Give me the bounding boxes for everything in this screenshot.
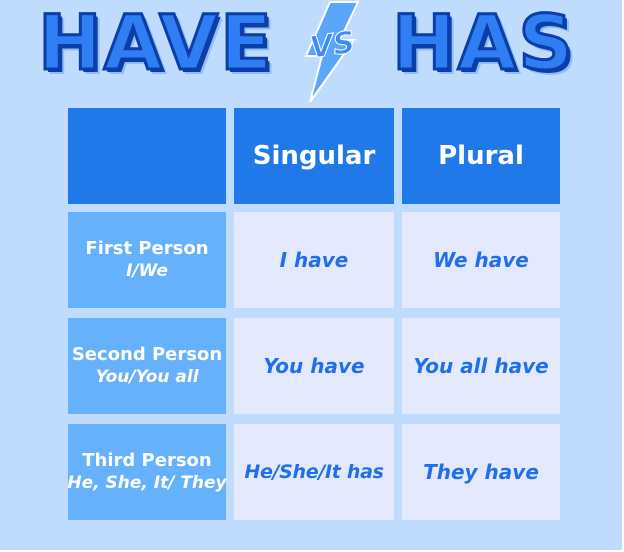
cell-text: We have xyxy=(433,248,529,272)
column-header-plural-label: Plural xyxy=(438,141,524,171)
table-cell-third-singular: He/She/It has xyxy=(234,424,394,520)
row-header-pronouns: I/We xyxy=(126,261,168,281)
table-cell-third-plural: They have xyxy=(402,424,560,520)
row-header-pronouns: You/You all xyxy=(95,367,199,387)
cell-text: You have xyxy=(263,354,365,378)
row-header-second-person: Second Person You/You all xyxy=(68,318,226,414)
column-header-singular-label: Singular xyxy=(252,141,376,171)
row-header-label: Third Person xyxy=(82,450,212,471)
table-header-corner xyxy=(68,108,226,204)
table-cell-second-singular: You have xyxy=(234,318,394,414)
table-cell-second-plural: You all have xyxy=(402,318,560,414)
poster: HAVE VS HAS Singular Plural First Person… xyxy=(0,0,624,552)
title-have: HAVE xyxy=(37,0,274,87)
table-cell-first-singular: I have xyxy=(234,212,394,308)
cell-text: You all have xyxy=(413,354,549,378)
column-header-plural: Plural xyxy=(402,108,560,204)
table-cell-first-plural: We have xyxy=(402,212,560,308)
cell-text: They have xyxy=(423,460,539,484)
row-header-first-person: First Person I/We xyxy=(68,212,226,308)
row-header-label: Second Person xyxy=(71,344,223,365)
column-header-singular: Singular xyxy=(234,108,394,204)
row-header-label: First Person xyxy=(85,238,209,259)
cell-text: I have xyxy=(279,248,349,272)
title-vs: VS xyxy=(307,25,358,67)
row-header-third-person: Third Person He, She, It/ They xyxy=(67,424,227,520)
cell-text: He/She/It has xyxy=(244,461,384,483)
title-has: HAS xyxy=(390,0,576,87)
row-header-pronouns: He, She, It/ They xyxy=(67,473,227,493)
